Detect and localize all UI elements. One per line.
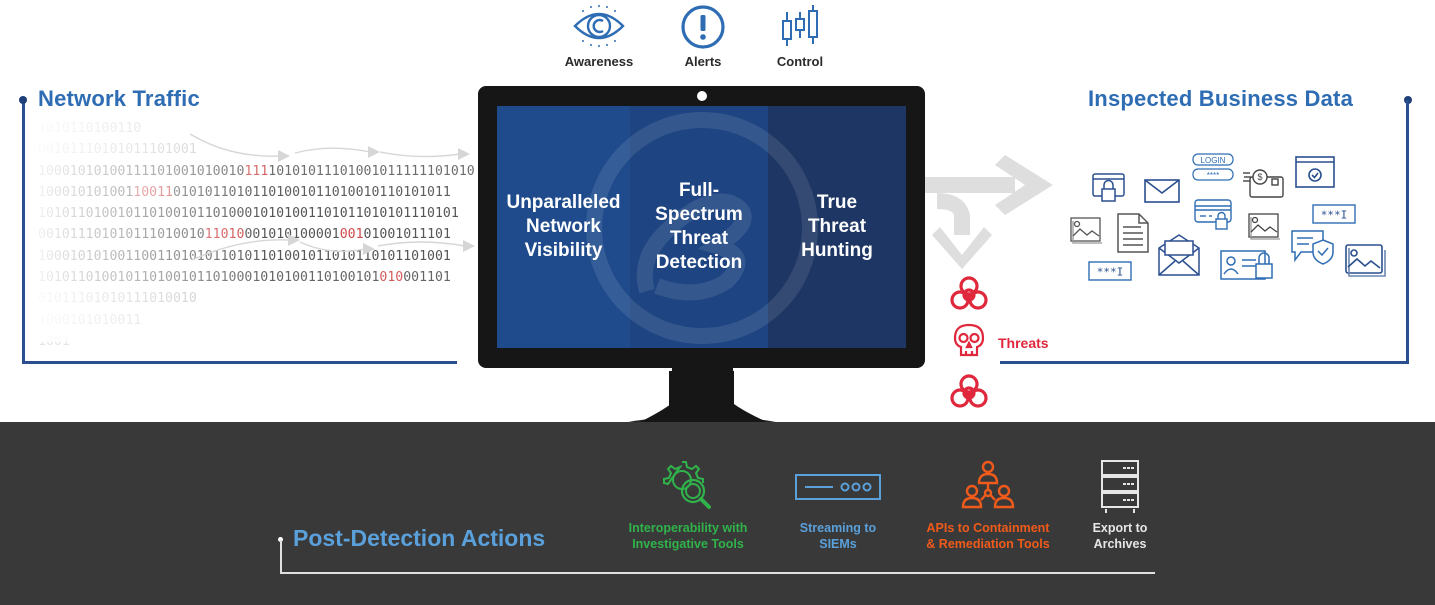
indicator-alerts: Alerts: [658, 4, 748, 69]
browser-lock-icon: [1092, 173, 1126, 212]
password-field-icon: ***I: [1088, 261, 1132, 286]
gear-search-icon: [608, 458, 768, 514]
password-field-icon: ***I: [1312, 204, 1356, 229]
biohazard-icon: [950, 373, 988, 414]
skull-icon: [953, 323, 985, 364]
business-data-title: Inspected Business Data: [1088, 86, 1354, 111]
action-containment-apis: APIs to Containment & Remediation Tools: [908, 458, 1068, 552]
indicator-label: Control: [776, 54, 824, 69]
monitor-camera: [697, 91, 707, 101]
action-export-archives: Export to Archives: [1075, 458, 1165, 552]
business-frame-right: [1406, 100, 1409, 364]
pane-threat-hunting: True Threat Hunting: [768, 106, 906, 348]
image-icon: [1248, 213, 1282, 246]
action-investigative-tools: Interoperability with Investigative Tool…: [608, 458, 768, 552]
monitor-screen: Unparalleled Network Visibility Full- Sp…: [497, 106, 906, 348]
monitor: Unparalleled Network Visibility Full- Sp…: [478, 86, 925, 368]
action-label: Export to Archives: [1092, 521, 1148, 551]
network-frame-bottom: [22, 361, 457, 364]
action-label: Streaming to SIEMs: [799, 521, 877, 551]
post-detection-line-vertical: [280, 540, 282, 574]
action-siem-streaming: Streaming to SIEMs: [778, 458, 898, 552]
network-frame-dot: [19, 96, 27, 104]
action-label: Interoperability with Investigative Tool…: [628, 521, 748, 551]
chat-shield-icon: [1291, 230, 1335, 271]
eye-icon: [554, 4, 644, 50]
password-mask-text: ****: [1207, 171, 1219, 180]
candlestick-icon: [755, 4, 845, 50]
pane-threat-detection: Full- Spectrum Threat Detection: [630, 106, 768, 348]
document-icon: [1117, 213, 1149, 258]
post-detection-line-horizontal: [280, 572, 1155, 574]
payment-card-icon: $: [1242, 165, 1284, 204]
login-text: LOGIN: [1201, 156, 1226, 165]
password-field-text: ***I: [1097, 266, 1124, 279]
post-detection-title: Post-Detection Actions: [293, 525, 546, 551]
indicator-awareness: Awareness: [554, 4, 644, 69]
network-traffic-title: Network Traffic: [38, 86, 200, 111]
envelope-icon: [1144, 179, 1180, 208]
biohazard-icon: [950, 275, 988, 316]
network-frame-left: [22, 100, 25, 364]
binary-row: 01011101010111010010: [38, 291, 197, 307]
traffic-arrows: [189, 133, 475, 261]
image-icon: [1070, 217, 1104, 250]
indicator-label: Alerts: [684, 54, 722, 69]
split-arrow: [925, 155, 1053, 269]
exclamation-icon: [658, 4, 748, 50]
image-icon: [1345, 244, 1387, 283]
action-label: APIs to Containment & Remediation Tools: [926, 521, 1050, 551]
pane-network-visibility: Unparalleled Network Visibility: [497, 106, 630, 348]
business-frame-bottom: [1000, 361, 1409, 364]
server-rack-icon: [778, 458, 898, 514]
id-card-lock-icon: [1220, 246, 1278, 291]
threats-label: Threats: [998, 335, 1049, 351]
people-network-icon: [908, 458, 1068, 514]
svg-text:$: $: [1257, 172, 1262, 182]
open-envelope-icon: [1157, 233, 1201, 282]
password-field-text: ***I: [1321, 209, 1348, 222]
indicator-label: Awareness: [564, 54, 634, 69]
login-form-icon: LOGIN ****: [1192, 153, 1234, 188]
server-stack-icon: [1075, 458, 1165, 514]
browser-check-icon: [1295, 156, 1335, 193]
binary-row: 1001: [38, 333, 70, 349]
binary-row: 1000101010011: [38, 312, 142, 328]
indicator-control: Control: [755, 4, 845, 69]
